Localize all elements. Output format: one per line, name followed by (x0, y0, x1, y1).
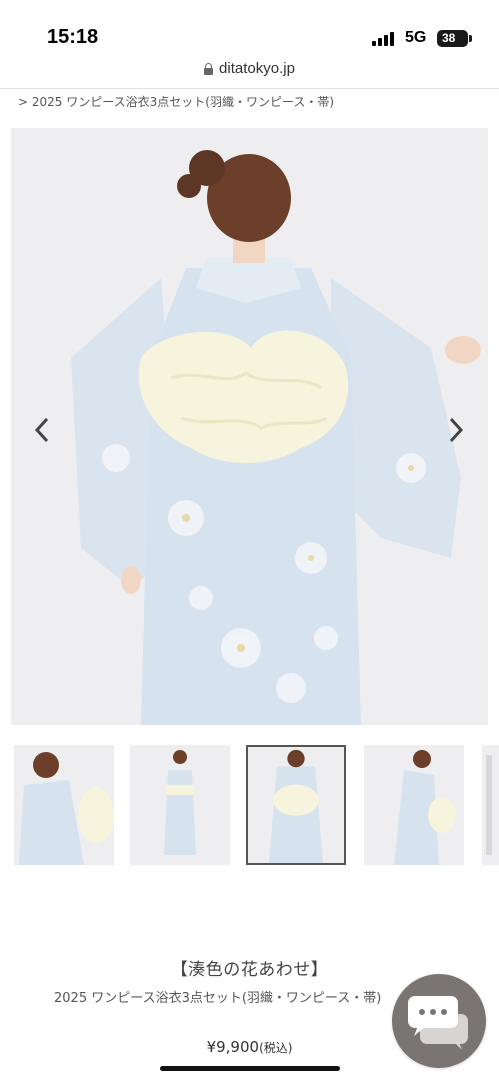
thumbnail-5[interactable] (482, 745, 499, 865)
thumbnail-strip (0, 742, 499, 872)
thumbnail-2[interactable] (130, 745, 230, 865)
status-time: 15:18 (47, 26, 99, 48)
battery-cap (469, 35, 472, 42)
url-text[interactable]: ditatokyo.jp (219, 60, 295, 77)
signal-icon (372, 32, 398, 46)
breadcrumb[interactable]: > 2025 ワンピース浴衣3点セット(羽織・ワンピース・帯) (18, 93, 334, 110)
gallery-prev-button[interactable] (32, 416, 52, 444)
header-divider (0, 88, 499, 89)
home-indicator (160, 1066, 340, 1071)
thumbnail-image (130, 745, 230, 865)
thumbnail-image (482, 745, 499, 865)
price-value: ¥9,900 (206, 1038, 260, 1056)
lock-icon (204, 62, 214, 75)
battery-level: 38 (442, 31, 456, 45)
chevron-left-icon (34, 417, 49, 443)
tax-note: (税込) (259, 1041, 293, 1055)
thumbnail-image (248, 747, 344, 863)
status-bar: 15:18 5G 38 (0, 0, 499, 54)
thumbnail-3[interactable] (246, 745, 346, 865)
thumbnail-4[interactable] (364, 745, 464, 865)
kimono-back-photo (11, 128, 488, 725)
chat-button[interactable] (392, 974, 486, 1068)
url-bar[interactable]: ditatokyo.jp (0, 56, 499, 86)
main-product-image[interactable] (11, 128, 488, 725)
thumbnail-image (364, 745, 464, 865)
chat-bubble-icon (408, 996, 468, 1050)
thumbnail-1[interactable] (14, 745, 114, 865)
network-type: 5G (405, 29, 427, 46)
chevron-right-icon (449, 417, 464, 443)
thumbnail-image (14, 745, 114, 865)
gallery-next-button[interactable] (446, 416, 466, 444)
battery-icon: 38 (437, 30, 468, 47)
